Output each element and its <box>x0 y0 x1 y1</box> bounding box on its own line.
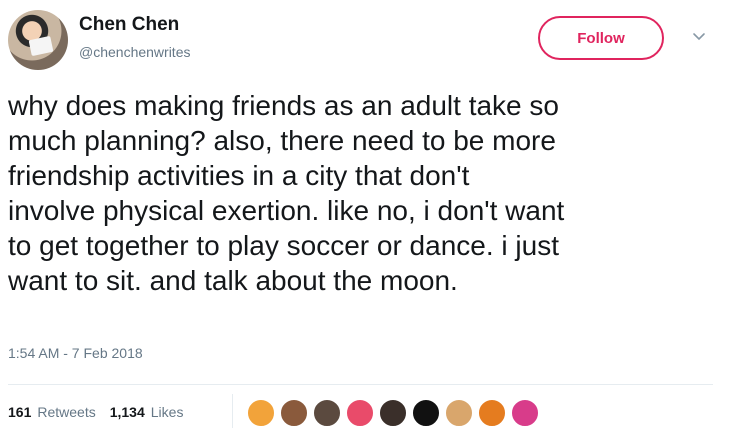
tweet-text: why does making friends as an adult take… <box>8 90 565 296</box>
author-avatar[interactable] <box>8 10 68 70</box>
follow-button[interactable]: Follow <box>538 16 664 60</box>
likes-label[interactable]: Likes <box>151 404 184 420</box>
liker-avatar[interactable] <box>378 398 408 428</box>
chevron-down-icon[interactable] <box>692 30 706 44</box>
liker-avatar[interactable] <box>444 398 474 428</box>
retweets-count[interactable]: 161 <box>8 404 31 420</box>
tweet-stats: 161 Retweets 1,134 Likes <box>8 404 191 420</box>
liker-avatar[interactable] <box>411 398 441 428</box>
stats-divider <box>232 394 233 428</box>
liker-avatar[interactable] <box>510 398 540 428</box>
liker-avatar[interactable] <box>279 398 309 428</box>
divider <box>8 384 713 385</box>
liker-avatar[interactable] <box>246 398 276 428</box>
liker-avatar[interactable] <box>312 398 342 428</box>
likes-count[interactable]: 1,134 <box>110 404 145 420</box>
author-name[interactable]: Chen Chen <box>79 14 179 36</box>
retweets-label[interactable]: Retweets <box>37 404 95 420</box>
liker-avatars <box>246 398 540 428</box>
liker-avatar[interactable] <box>345 398 375 428</box>
avatar-paper <box>28 35 54 57</box>
author-handle[interactable]: @chenchenwrites <box>79 44 191 60</box>
liker-avatar[interactable] <box>477 398 507 428</box>
tweet-timestamp[interactable]: 1:54 AM - 7 Feb 2018 <box>8 345 143 361</box>
